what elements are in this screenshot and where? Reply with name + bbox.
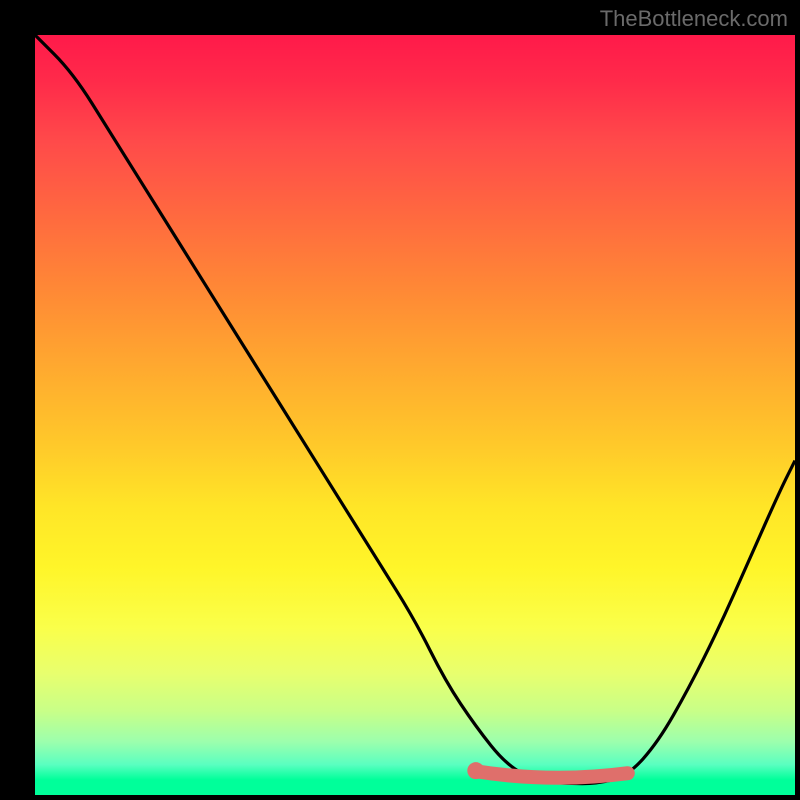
optimal-point-marker bbox=[467, 762, 484, 779]
chart-plot-area bbox=[35, 35, 795, 795]
chart-svg bbox=[35, 35, 795, 795]
bottleneck-curve-path bbox=[35, 35, 795, 784]
optimal-range-band bbox=[476, 771, 628, 778]
attribution-text: TheBottleneck.com bbox=[600, 6, 788, 32]
